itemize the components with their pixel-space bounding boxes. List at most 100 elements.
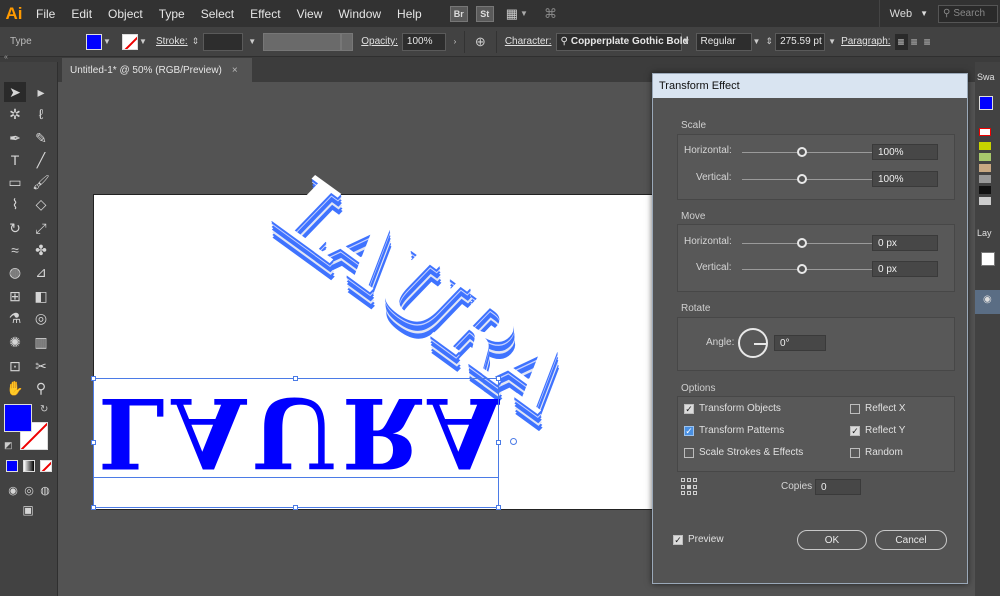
selection-handle[interactable] bbox=[293, 376, 298, 381]
ref-point[interactable] bbox=[681, 491, 685, 496]
font-style-field[interactable]: Regular bbox=[695, 32, 752, 51]
angle-dial-icon[interactable] bbox=[738, 328, 768, 358]
menu-file[interactable]: File bbox=[28, 7, 63, 21]
scale-vertical-field[interactable]: 100% bbox=[872, 171, 938, 187]
menu-select[interactable]: Select bbox=[193, 7, 242, 21]
font-family-field[interactable]: ⚲ Copperplate Gothic Bold bbox=[555, 32, 689, 51]
menu-edit[interactable]: Edit bbox=[63, 7, 100, 21]
screen-mode-icon[interactable]: ▣ bbox=[17, 500, 39, 520]
paragraph-label[interactable]: Paragraph: bbox=[841, 36, 890, 47]
move-horizontal-field[interactable]: 0 px bbox=[872, 235, 938, 251]
selection-handle[interactable] bbox=[91, 505, 96, 510]
move-vertical-slider-knob[interactable] bbox=[797, 264, 807, 274]
artboard-tool-icon[interactable]: ⊡ bbox=[4, 356, 26, 376]
chevron-down-icon[interactable]: ▼ bbox=[138, 37, 148, 46]
swatches-tab[interactable]: Swa bbox=[977, 72, 995, 82]
ref-point[interactable] bbox=[693, 484, 697, 489]
swatch-yellow-green[interactable] bbox=[979, 142, 991, 150]
variable-width-profile[interactable] bbox=[263, 32, 342, 51]
move-vertical-slider[interactable] bbox=[742, 269, 886, 270]
stroke-weight-field[interactable] bbox=[203, 32, 244, 51]
swatch-light-gray[interactable] bbox=[979, 197, 991, 205]
ref-point[interactable] bbox=[693, 491, 697, 496]
column-graph-tool-icon[interactable]: ▥ bbox=[30, 332, 52, 352]
document-tab[interactable]: Untitled-1* @ 50% (RGB/Preview) × bbox=[62, 58, 252, 82]
scale-vertical-slider-knob[interactable] bbox=[797, 174, 807, 184]
dialog-title-bar[interactable]: Transform Effect bbox=[653, 74, 967, 98]
fill-color-box[interactable] bbox=[4, 404, 32, 432]
selection-handle[interactable] bbox=[293, 505, 298, 510]
ref-point[interactable] bbox=[687, 491, 691, 496]
scale-tool-icon[interactable]: ⤢ bbox=[30, 218, 52, 238]
transform-objects-checkbox[interactable]: ✓ bbox=[684, 403, 694, 414]
symbol-sprayer-tool-icon[interactable]: ✺ bbox=[4, 332, 26, 352]
menu-view[interactable]: View bbox=[289, 7, 331, 21]
ref-point[interactable] bbox=[687, 484, 691, 489]
ref-point[interactable] bbox=[681, 478, 685, 482]
selection-handle[interactable] bbox=[496, 440, 501, 445]
magic-wand-tool-icon[interactable]: ✲ bbox=[4, 104, 26, 124]
menu-type[interactable]: Type bbox=[151, 7, 193, 21]
ref-point[interactable] bbox=[687, 478, 691, 482]
swatch-black[interactable] bbox=[979, 186, 991, 194]
align-right-icon[interactable]: ≡ bbox=[921, 34, 934, 50]
close-icon[interactable]: × bbox=[232, 65, 238, 76]
rectangle-tool-icon[interactable]: ▭ bbox=[4, 172, 26, 192]
random-checkbox[interactable] bbox=[850, 447, 860, 458]
gradient-tool-icon[interactable]: ◧ bbox=[30, 286, 52, 306]
gpu-performance-icon[interactable]: ⌘ bbox=[544, 6, 557, 22]
opacity-label[interactable]: Opacity: bbox=[361, 36, 398, 47]
transform-patterns-checkbox[interactable]: ✓ bbox=[684, 425, 694, 436]
chevron-down-icon[interactable]: ▼ bbox=[520, 9, 528, 18]
shape-builder-tool-icon[interactable]: ◍ bbox=[4, 262, 26, 282]
slice-tool-icon[interactable]: ✂ bbox=[30, 356, 52, 376]
eraser-tool-icon[interactable]: ◇ bbox=[30, 194, 52, 214]
direct-selection-tool-icon[interactable]: ▸ bbox=[30, 82, 52, 102]
selection-handle[interactable] bbox=[91, 440, 96, 445]
cancel-button[interactable]: Cancel bbox=[875, 530, 947, 550]
scale-vertical-slider[interactable] bbox=[742, 179, 886, 180]
transform-patterns-option[interactable]: ✓ Transform Patterns bbox=[684, 425, 784, 436]
reflect-y-checkbox[interactable]: ✓ bbox=[850, 425, 860, 436]
preview-option[interactable]: ✓ Preview bbox=[673, 534, 724, 545]
zoom-tool-icon[interactable]: ⚲ bbox=[30, 378, 52, 398]
swatch-gray[interactable] bbox=[979, 175, 991, 183]
bridge-button[interactable]: Br bbox=[449, 5, 468, 22]
collapse-icon[interactable]: « bbox=[4, 54, 8, 61]
random-option[interactable]: Random bbox=[850, 447, 903, 458]
eye-icon[interactable]: ◉ bbox=[983, 294, 992, 305]
font-size-field[interactable]: 275.59 pt bbox=[775, 32, 826, 51]
chevron-right-icon[interactable]: › bbox=[450, 37, 460, 46]
brush-definition[interactable] bbox=[341, 32, 354, 51]
stroke-label[interactable]: Stroke: bbox=[156, 36, 188, 47]
copies-field[interactable]: 0 bbox=[815, 479, 861, 495]
preview-checkbox[interactable]: ✓ bbox=[673, 534, 683, 545]
move-horizontal-slider-knob[interactable] bbox=[797, 238, 807, 248]
swatch-tan[interactable] bbox=[979, 164, 991, 172]
reflect-x-checkbox[interactable] bbox=[850, 403, 860, 414]
character-label[interactable]: Character: bbox=[505, 36, 552, 47]
swatch-light-green[interactable] bbox=[979, 153, 991, 161]
move-vertical-field[interactable]: 0 px bbox=[872, 261, 938, 277]
ref-point[interactable] bbox=[693, 478, 697, 482]
search-input[interactable]: ⚲ Search bbox=[938, 4, 998, 23]
scale-strokes-checkbox[interactable] bbox=[684, 447, 694, 458]
layers-tab[interactable]: Lay bbox=[977, 228, 992, 238]
scale-horizontal-field[interactable]: 100% bbox=[872, 144, 938, 160]
angle-field[interactable]: 0° bbox=[774, 335, 826, 351]
color-mode-button[interactable] bbox=[6, 460, 18, 472]
canvas[interactable]: LAURA LAURA bbox=[62, 82, 652, 596]
warp-tool-icon[interactable]: ≈ bbox=[4, 240, 26, 260]
fill-swatch[interactable] bbox=[86, 33, 102, 50]
scale-horizontal-slider-knob[interactable] bbox=[797, 147, 807, 157]
align-center-icon[interactable]: ≡ bbox=[908, 34, 921, 50]
move-horizontal-slider[interactable] bbox=[742, 243, 886, 244]
chevron-down-icon[interactable]: ▼ bbox=[752, 37, 762, 46]
type-tool-icon[interactable]: T bbox=[4, 150, 26, 170]
menu-window[interactable]: Window bbox=[330, 7, 389, 21]
arrange-documents-icon[interactable]: ▦ bbox=[506, 6, 518, 22]
chevron-down-icon[interactable]: ▼ bbox=[102, 37, 112, 46]
mesh-tool-icon[interactable]: ⊞ bbox=[4, 286, 26, 306]
blend-tool-icon[interactable]: ◎ bbox=[30, 308, 52, 328]
recolor-artwork-icon[interactable]: ⊕ bbox=[475, 34, 486, 50]
